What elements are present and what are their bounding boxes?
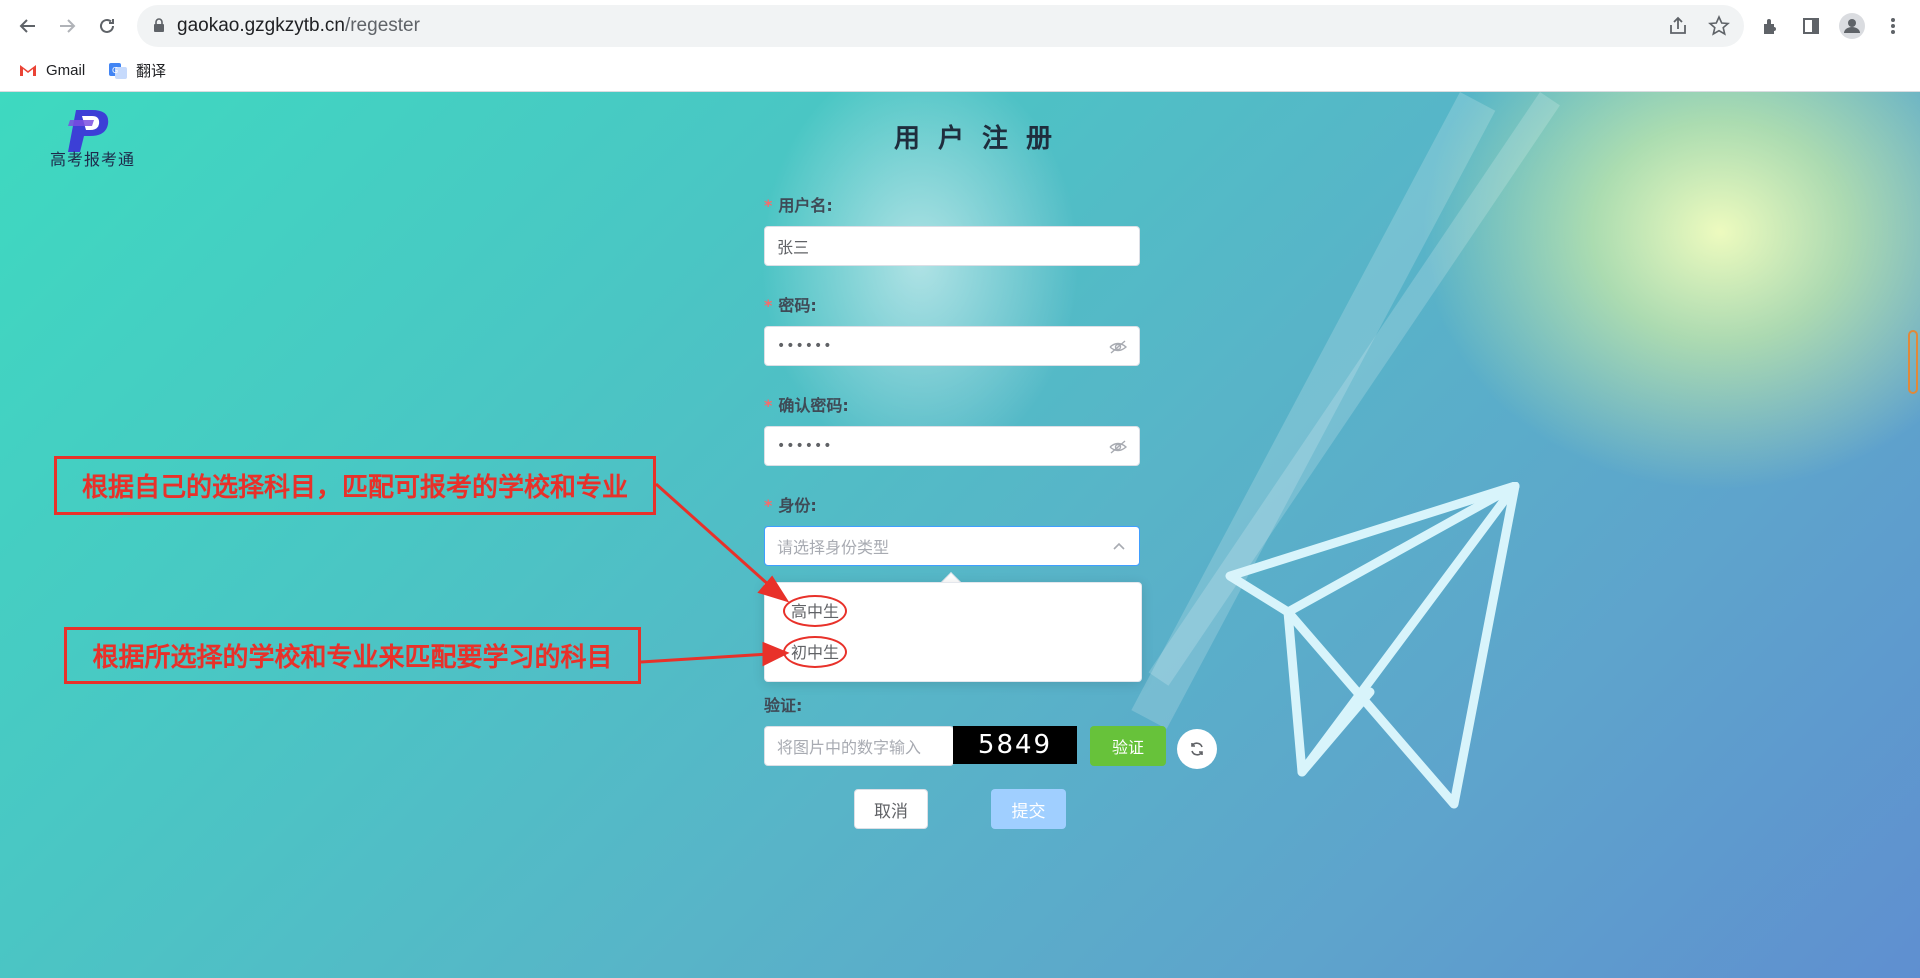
bookmark-translate[interactable]: G 翻译 [108,60,166,81]
confirm-password-label-text: 确认密码: [778,396,849,415]
password-value: •••••• [777,338,833,354]
url-host: gaokao.gzgkzytb.cn [177,15,345,36]
identity-label: * 身份: [764,492,817,516]
share-icon[interactable] [1667,15,1689,37]
password-label: * 密码: [764,292,817,316]
forward-icon[interactable] [53,12,81,40]
extensions-icon[interactable] [1757,12,1785,40]
verify-button[interactable]: 验证 [1090,726,1166,766]
side-panel-icon[interactable] [1797,12,1825,40]
required-star: * [764,196,773,215]
option-junior-high[interactable]: 初中生 [765,634,1141,668]
registration-page: 高考报考通 用户注册 * 用户名: 张三 * 密码: •••••• * 确认密码: •… [0,92,1920,978]
option-senior-high[interactable]: 高中生 [765,593,1141,627]
eye-hidden-icon[interactable] [1109,439,1127,455]
confirm-password-input[interactable]: •••••• [764,426,1140,466]
required-star: * [764,496,773,515]
identity-placeholder: 请选择身份类型 [777,538,890,557]
svg-text:G: G [112,66,118,75]
bookmark-label: 翻译 [136,63,167,80]
page-scrollbar[interactable] [1908,330,1918,394]
page-title: 用户注册 [893,124,1070,154]
required-star: * [764,296,773,315]
profile-avatar-icon[interactable] [1838,12,1866,40]
lock-icon [154,18,164,32]
url-text: gaokao.gzgkzytb.cn/regester [177,15,420,37]
star-icon[interactable] [1708,15,1730,37]
confirm-password-value: •••••• [777,438,833,454]
google-translate-icon: G [109,62,127,79]
refresh-captcha-button[interactable] [1177,729,1217,769]
captcha-label: 验证: [764,692,802,716]
address-bar[interactable]: gaokao.gzgkzytb.cn/regester [137,5,1744,47]
password-input[interactable]: •••••• [764,326,1140,366]
annotation-box-1: 根据自己的选择科目，匹配可报考的学校和专业 [54,456,656,515]
captcha-image[interactable]: 5849 [953,726,1077,764]
username-value: 张三 [777,238,810,257]
username-label: * 用户名: [764,192,833,216]
captcha-input[interactable]: 将图片中的数字输入 [764,726,954,766]
identity-label-text: 身份: [778,496,817,515]
gmail-icon [20,65,36,76]
cancel-button[interactable]: 取消 [854,789,928,829]
url-path: /regester [344,15,420,36]
annotation-arrow-2 [640,652,771,664]
menu-kebab-icon[interactable] [1879,12,1907,40]
identity-dropdown: 高中生 初中生 [764,582,1142,682]
password-label-text: 密码: [778,296,817,315]
eye-hidden-icon[interactable] [1109,339,1127,355]
submit-button[interactable]: 提交 [991,789,1066,829]
bookmark-label: Gmail [46,61,86,79]
back-icon[interactable] [14,12,42,40]
confirm-password-label: * 确认密码: [764,392,849,416]
bookmark-gmail[interactable]: Gmail [18,60,85,80]
identity-select[interactable]: 请选择身份类型 [764,526,1140,566]
captcha-label-text: 验证: [764,696,803,715]
highlight-circle [783,595,847,627]
required-star: * [764,396,773,415]
annotation-box-2: 根据所选择的学校和专业来匹配要学习的科目 [64,627,641,684]
annotation-arrow-1 [654,482,772,588]
captcha-placeholder: 将图片中的数字输入 [777,738,922,757]
highlight-circle [783,636,847,668]
username-label-text: 用户名: [778,196,833,215]
paper-plane-illustration [1225,482,1520,809]
chevron-up-icon [1113,542,1125,550]
bookmarks-bar: Gmail G 翻译 [0,52,1920,92]
reload-icon[interactable] [93,12,121,40]
username-input[interactable]: 张三 [764,226,1140,266]
refresh-icon [1191,742,1203,756]
browser-toolbar: gaokao.gzgkzytb.cn/regester [0,0,1920,52]
